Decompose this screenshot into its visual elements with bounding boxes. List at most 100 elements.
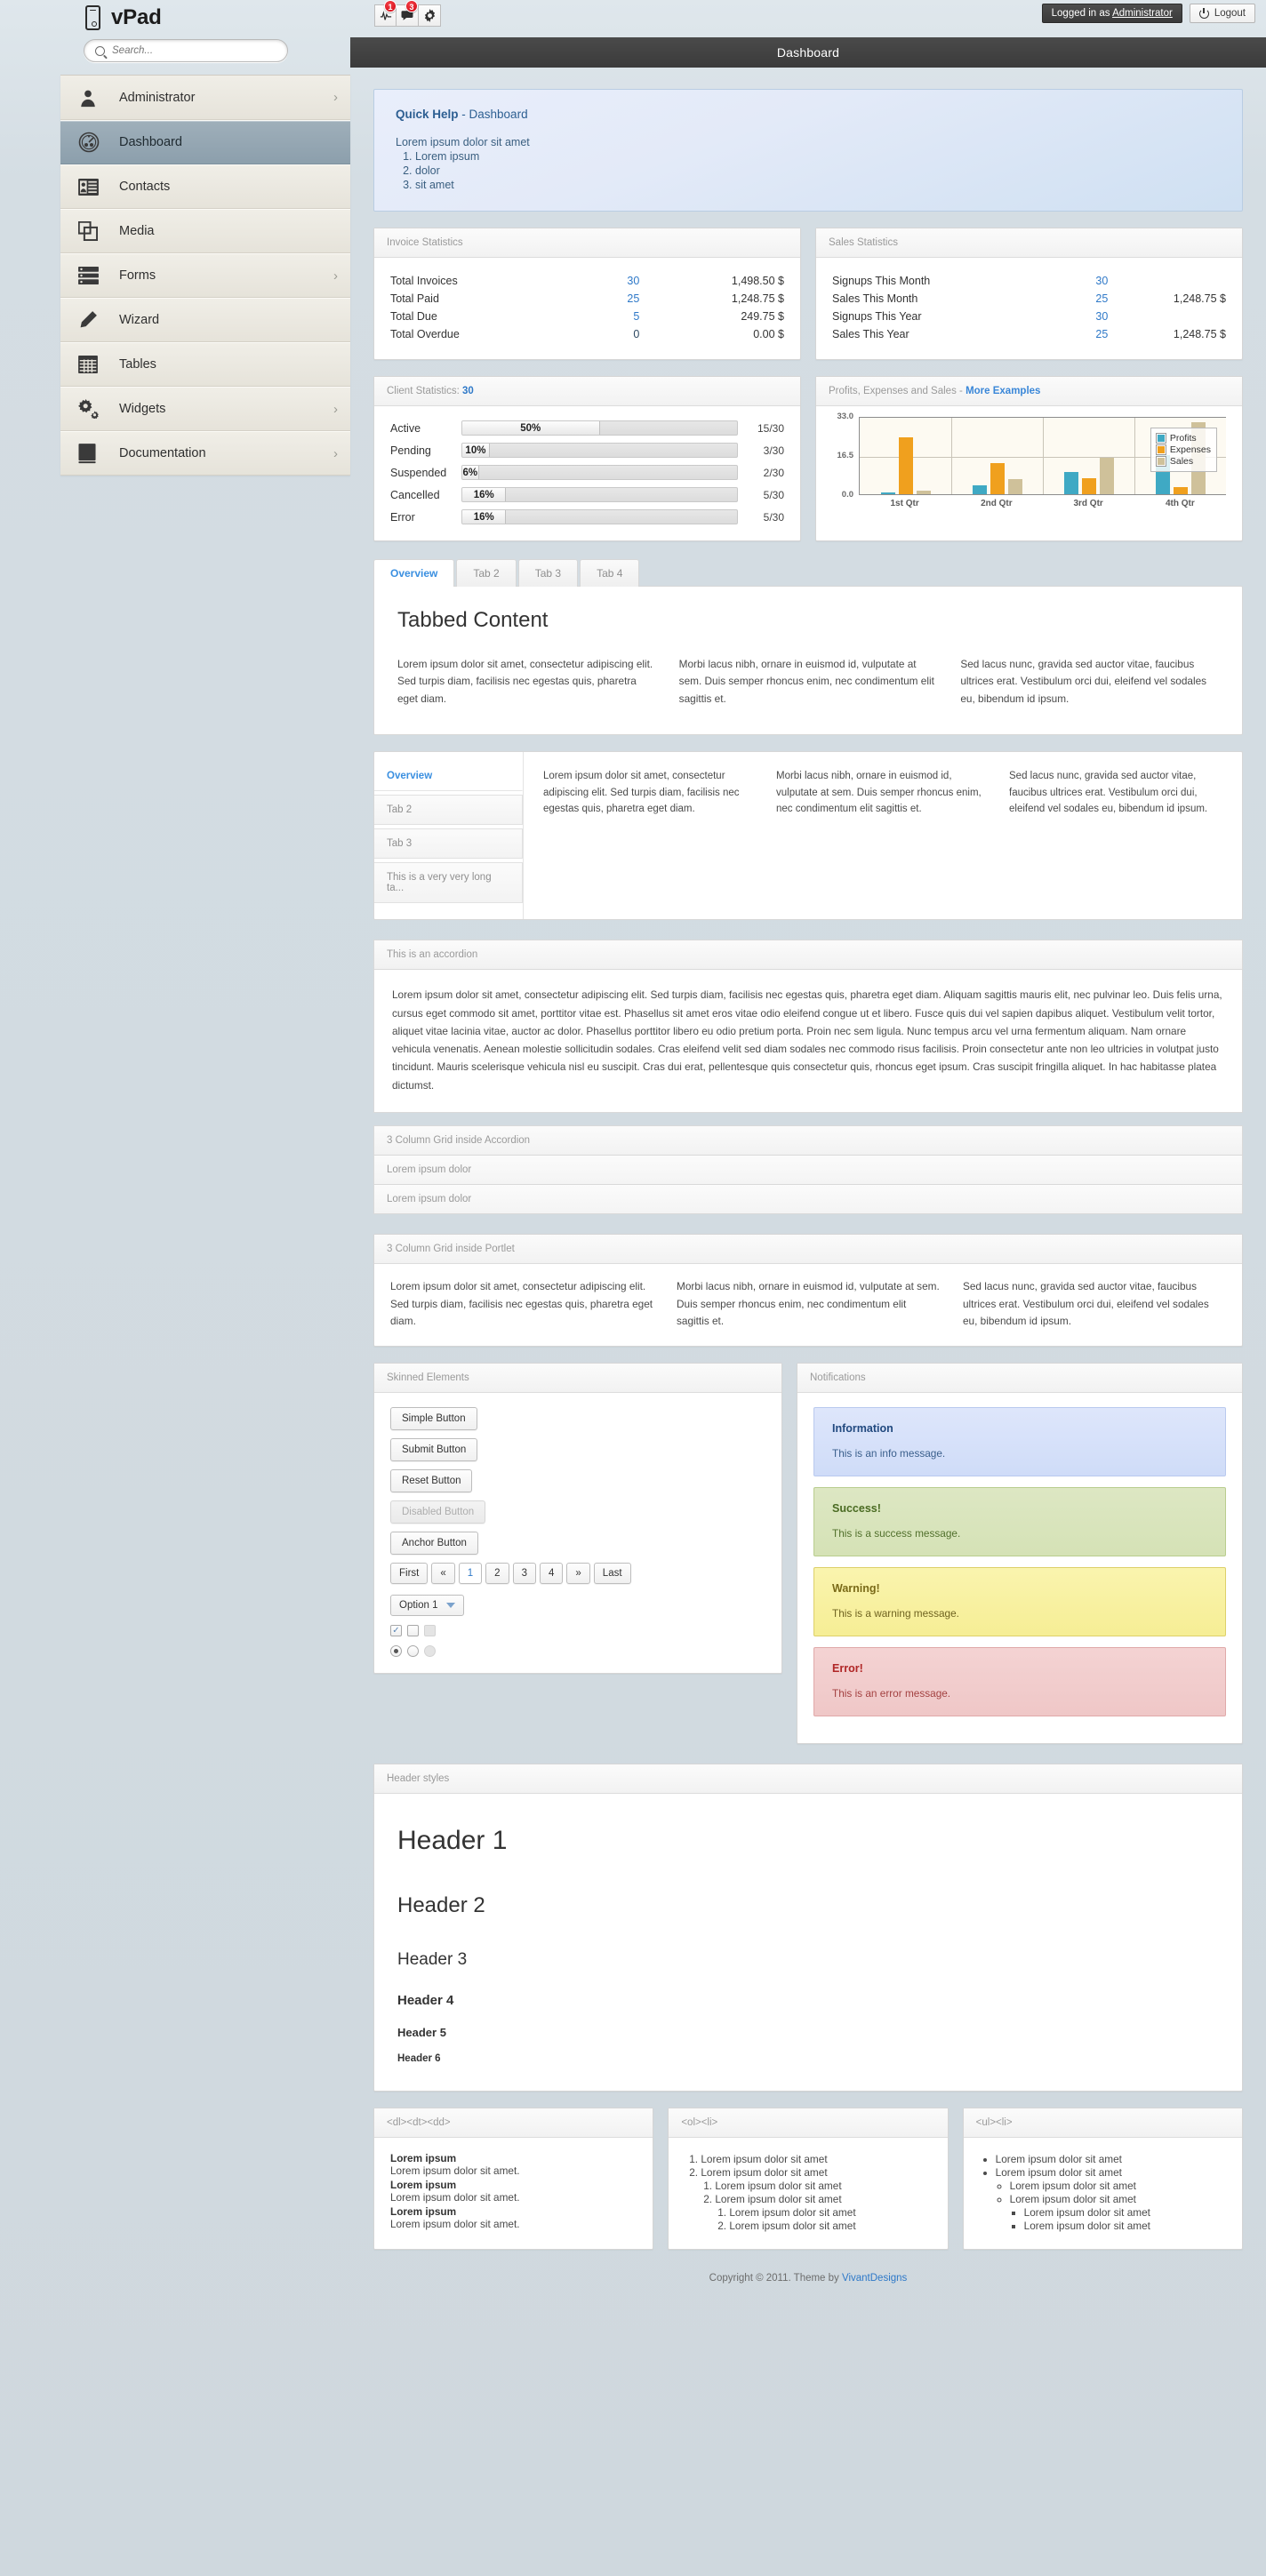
brand-name: vPad [111, 5, 162, 29]
power-icon [1198, 7, 1209, 19]
list-icon [78, 262, 119, 289]
chart-group [1043, 418, 1134, 494]
quick-help-item: sit amet [415, 179, 1221, 191]
legend-swatch [1156, 457, 1166, 466]
vertical-tab-2[interactable]: Tab 3 [374, 828, 523, 860]
progress-row: Cancelled 16% 5/30 [390, 487, 784, 502]
chart-y-axis: 0.0 16.5 33.0 [829, 412, 857, 500]
sidebar-item-administrator[interactable]: Administrator › [60, 76, 350, 120]
table-row: Signups This Month 30 [832, 272, 1226, 290]
pager-1[interactable]: 1 [458, 1563, 483, 1585]
pagination: First «1 2 3 4» Last [390, 1563, 765, 1585]
vertical-tabs-section: Overview Tab 2 Tab 3 This is a very very lo… [373, 751, 1243, 921]
stat-label: Total Overdue [390, 328, 460, 340]
accordion-header[interactable]: This is an accordion [373, 940, 1243, 971]
progress-ratio: 5/30 [763, 510, 784, 524]
activity-icon-button[interactable]: 1 [374, 0, 397, 27]
footer-link[interactable]: VivantDesigns [842, 2273, 907, 2284]
pager-Last[interactable]: Last [593, 1563, 631, 1585]
radio-unselected[interactable] [407, 1645, 419, 1658]
notification-message: This is an error message. [832, 1687, 951, 1700]
table-row: Sales This Year 25 1,248.75 $ [832, 325, 1226, 343]
search-icon [95, 45, 105, 56]
chart-x-tick: 1st Qtr [890, 499, 919, 508]
tab-tab-2[interactable]: Tab 2 [456, 559, 517, 587]
vertical-tab-3[interactable]: This is a very very long ta... [374, 862, 523, 904]
reset-button[interactable]: Reset Button [390, 1469, 473, 1493]
vertical-tab-1[interactable]: Tab 2 [374, 795, 523, 826]
vertical-tab-0[interactable]: Overview [374, 761, 523, 792]
definition-term: Lorem ipsum [390, 2179, 457, 2192]
definition-term: Lorem ipsum [390, 2205, 457, 2219]
sidebar-item-label: Tables [119, 357, 156, 372]
chevron-right-icon: › [333, 268, 338, 284]
table-row: Total Paid 25 1,248.75 $ [390, 290, 784, 308]
checkbox-checked[interactable]: ✓ [390, 1625, 402, 1637]
submit-button[interactable]: Submit Button [390, 1438, 478, 1462]
accordion-grid-row[interactable]: Lorem ipsum dolor [373, 1185, 1243, 1215]
client-chart-row: Client Statistics: 30 Active 50% 15/30 P… [373, 376, 1243, 541]
vertical-tab-label: Overview [387, 771, 433, 782]
vertical-tab-panel: Lorem ipsum dolor sit amet, consectetur … [524, 752, 1242, 919]
sidebar-item-forms[interactable]: Forms › [60, 253, 350, 298]
tab-tab-3[interactable]: Tab 3 [517, 559, 579, 587]
definition-desc: Lorem ipsum dolor sit amet. [390, 2164, 520, 2178]
pager-2[interactable]: 2 [485, 1563, 509, 1585]
pager-«[interactable]: « [431, 1563, 455, 1585]
sidebar-item-media[interactable]: Media [60, 209, 350, 253]
sidebar-item-tables[interactable]: Tables [60, 342, 350, 387]
sidebar-item-label: Contacts [119, 180, 171, 194]
sales-statistics-table: Signups This Month 30 Sales This Month 2… [832, 272, 1226, 343]
accordion-grid-row[interactable]: Lorem ipsum dolor [373, 1156, 1243, 1186]
quick-help-title-strong: Quick Help [396, 108, 459, 121]
progress-label: Cancelled [390, 488, 440, 501]
sidebar-item-wizard[interactable]: Wizard [60, 298, 350, 342]
anchor-button[interactable]: Anchor Button [390, 1532, 478, 1556]
progress-row: Active 50% 15/30 [390, 420, 784, 436]
notification-success: Success! This is a success message. [813, 1487, 1226, 1557]
sidebar-item-dashboard[interactable]: Dashboard [60, 120, 350, 164]
quick-help-title: Quick Help - Dashboard [396, 108, 1221, 121]
portlet-grid-column-text: Lorem ipsum dolor sit amet, consectetur … [390, 1280, 653, 1327]
simple-button[interactable]: Simple Button [390, 1407, 477, 1431]
progress-row: Suspended 6% 2/30 [390, 465, 784, 480]
accordion-grid-header[interactable]: 3 Column Grid inside Accordion [373, 1125, 1243, 1156]
pager-»[interactable]: » [566, 1563, 590, 1585]
sidebar-item-contacts[interactable]: Contacts [60, 164, 350, 209]
list-item: Lorem ipsum dolor sit amet [1024, 2206, 1226, 2219]
more-examples-link[interactable]: More Examples [966, 386, 1040, 396]
sidebar-item-label: Media [119, 224, 155, 238]
notification-warning: Warning! This is a warning message. [813, 1567, 1226, 1637]
sidebar-item-documentation[interactable]: Documentation › [60, 431, 350, 476]
app-root: vPad Administrator › Dashboard Contacts … [0, 0, 1266, 2576]
pager-First[interactable]: First [390, 1563, 429, 1585]
sidebar-item-widgets[interactable]: Widgets › [60, 387, 350, 431]
stat-count: 25 [1095, 328, 1109, 340]
radio-selected[interactable] [390, 1645, 402, 1658]
logout-button[interactable]: Logout [1189, 4, 1255, 23]
gears-icon [78, 396, 119, 422]
progress-ratio: 3/30 [763, 444, 784, 457]
tab-tab-4[interactable]: Tab 4 [580, 559, 640, 587]
progress-value: 16% [473, 489, 494, 500]
chart-bar-sales [1007, 478, 1022, 494]
tab-overview[interactable]: Overview [373, 559, 455, 587]
notification-heading: Success! [832, 1502, 881, 1516]
tab-panel: Tabbed Content Lorem ipsum dolor sit ame… [373, 586, 1243, 736]
gear-icon-button[interactable] [419, 4, 441, 27]
brand: vPad [0, 0, 350, 39]
invoice-statistics-title: Invoice Statistics [374, 228, 800, 258]
pager-4[interactable]: 4 [539, 1563, 564, 1585]
pager-3[interactable]: 3 [512, 1563, 536, 1585]
gauge-icon [78, 129, 119, 156]
logged-in-user[interactable]: Administrator [1112, 8, 1173, 19]
accordion-grid-rows: Lorem ipsum dolor Lorem ipsum dolor [373, 1156, 1243, 1215]
chevron-right-icon: › [333, 401, 338, 417]
chat-icon-button[interactable]: 3 [397, 0, 419, 27]
header-styles-portlet: Header styles Header 1 Header 2 Header 3… [373, 1764, 1243, 2092]
search-box[interactable] [84, 39, 288, 62]
option-select[interactable]: Option 1 [390, 1595, 465, 1617]
search-wrapper [0, 39, 350, 62]
search-input[interactable] [112, 45, 276, 56]
checkbox-unchecked[interactable]: ✓ [407, 1625, 419, 1637]
